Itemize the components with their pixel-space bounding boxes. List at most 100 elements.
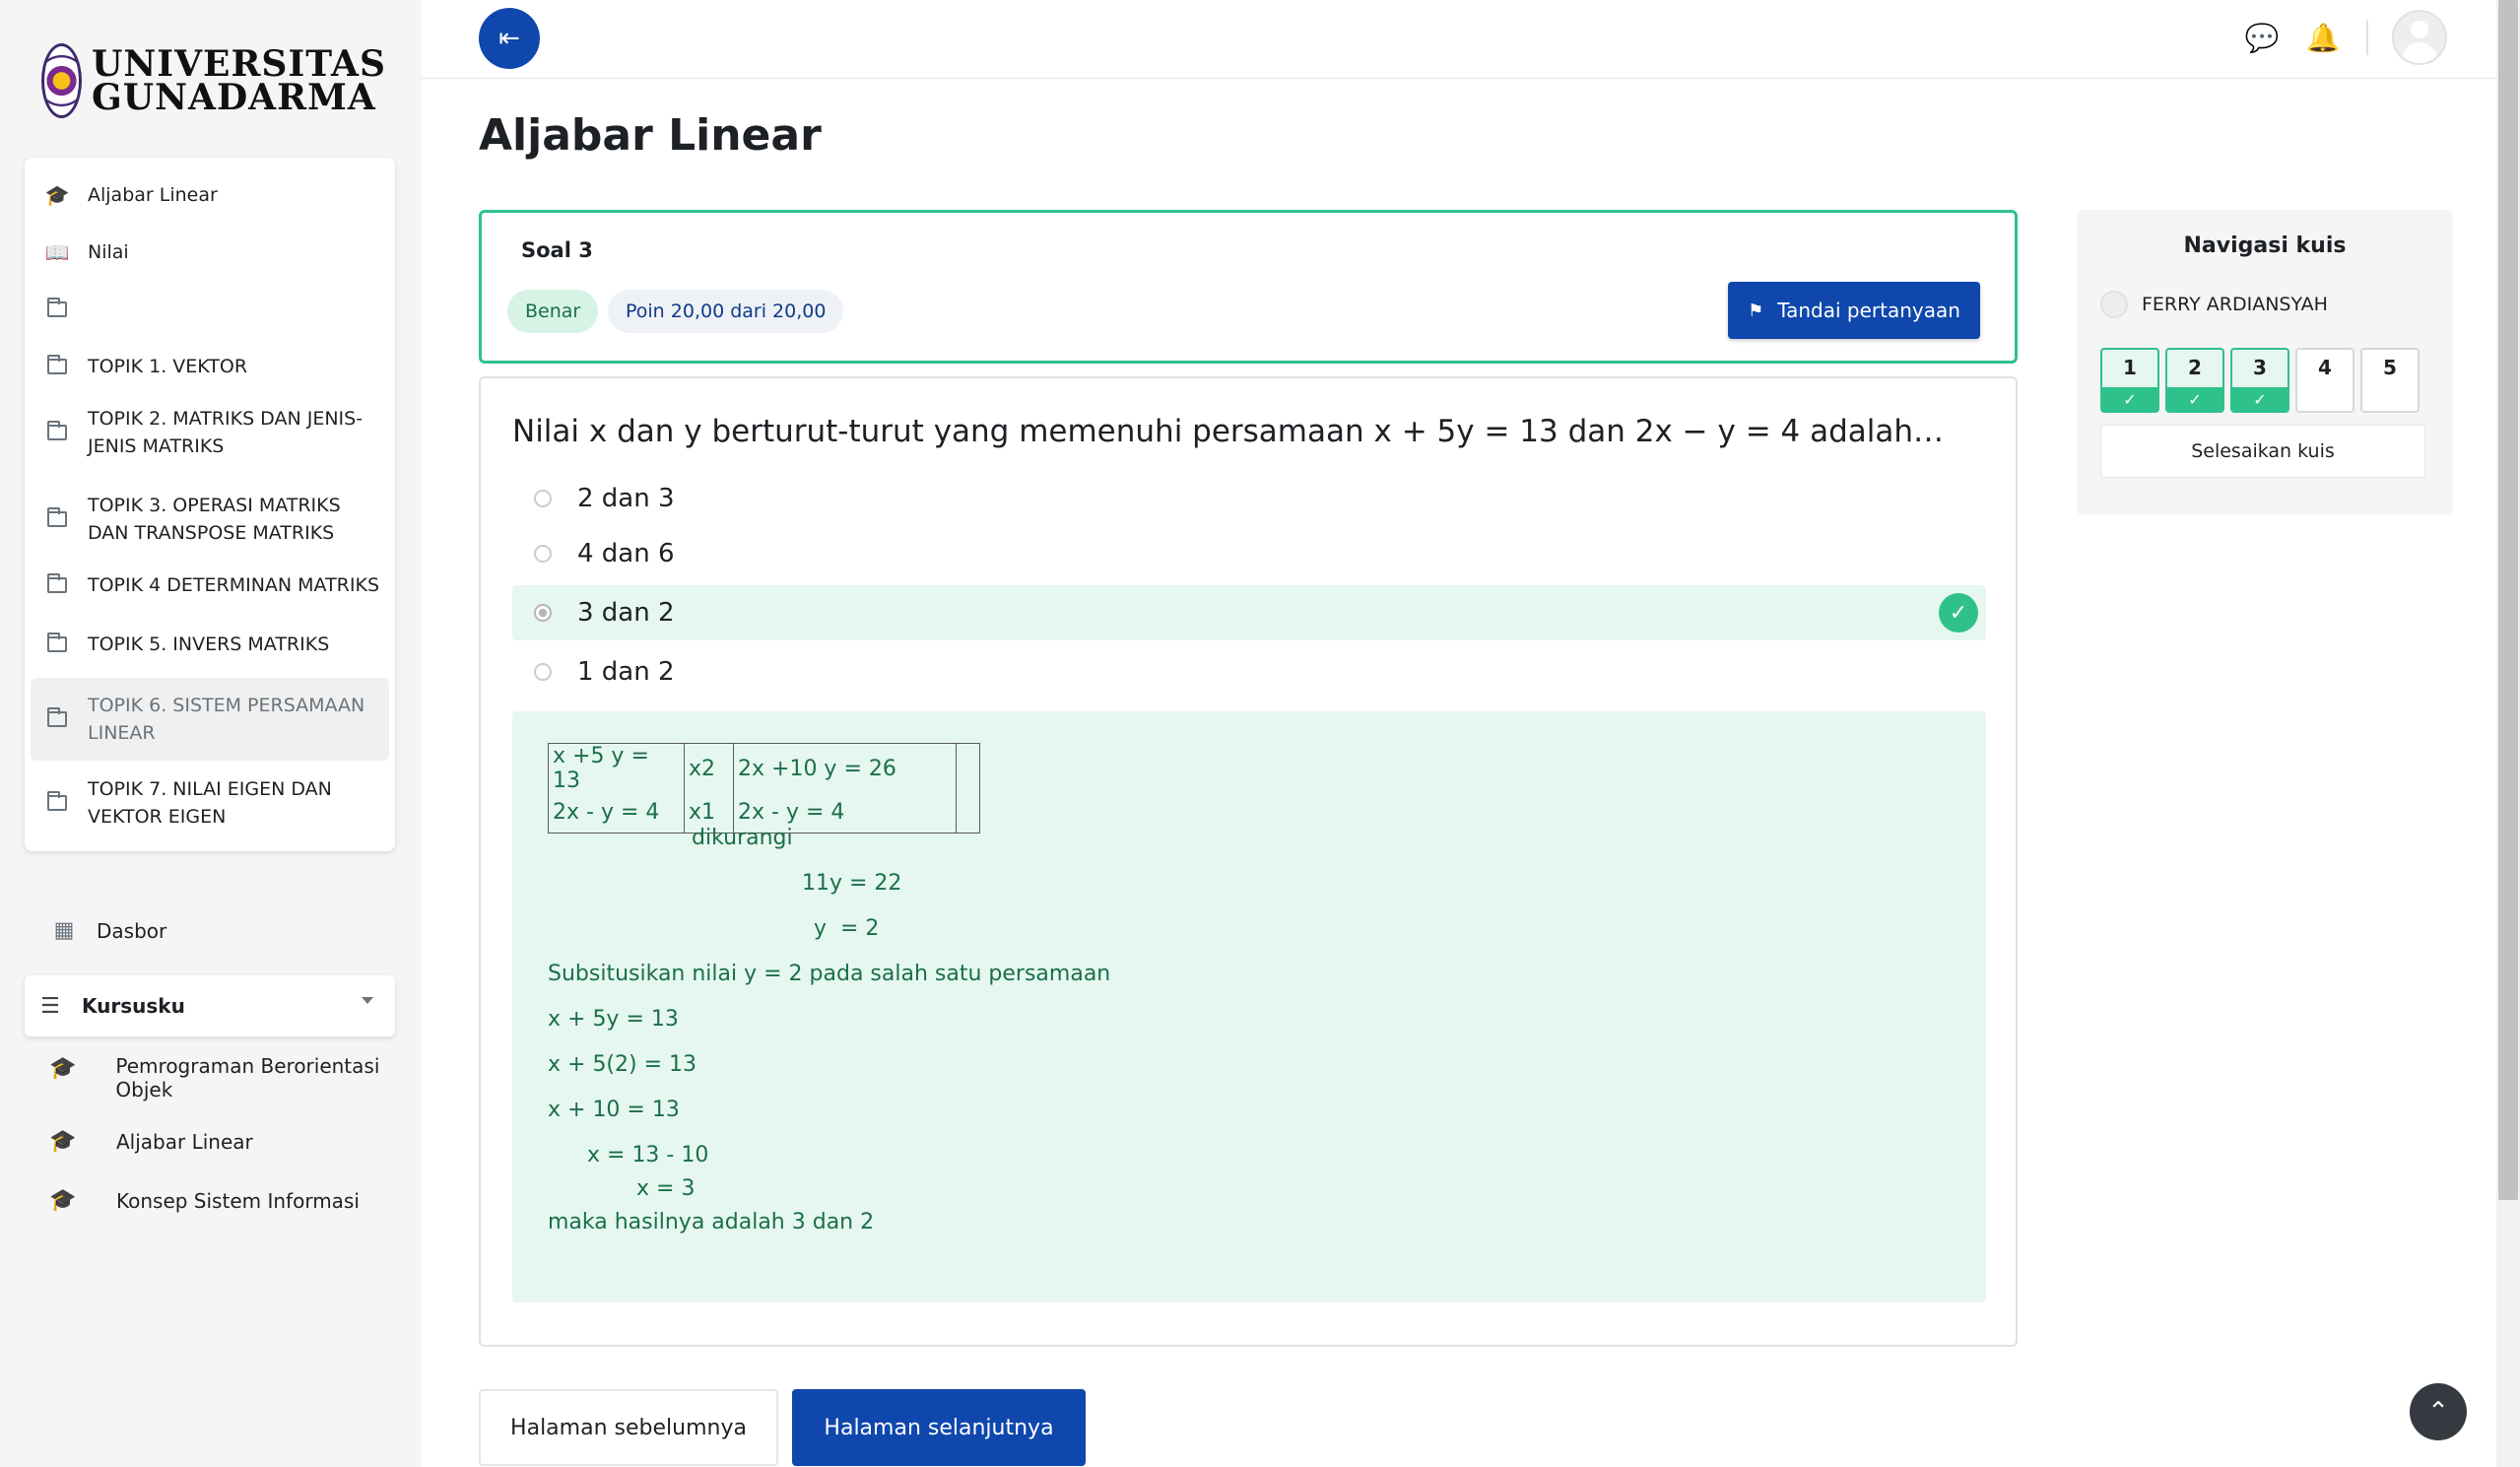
folder-icon — [47, 298, 67, 317]
messages-button[interactable]: 💬 — [2244, 20, 2280, 55]
user-avatar[interactable] — [2392, 10, 2447, 65]
chat-bubble-icon: 💬 — [2244, 21, 2280, 54]
university-logo[interactable]: UNIVERSITAS GUNADARMA — [41, 41, 386, 120]
feedback-line: Subsitusikan nilai y = 2 pada salah satu… — [548, 962, 1111, 986]
folder-icon — [47, 707, 67, 727]
brand-line-1: UNIVERSITAS — [91, 43, 386, 85]
radio-button[interactable] — [534, 545, 552, 563]
answer-option-selected[interactable]: 3 dan 2 ✓ — [512, 585, 1986, 640]
dashboard-link[interactable]: ▦ Dasbor — [49, 918, 167, 943]
question-button-1[interactable]: 1 ✓ — [2100, 348, 2159, 413]
collapse-menu-icon: ⇤ — [498, 24, 520, 53]
radio-button[interactable] — [534, 663, 552, 681]
my-course-item[interactable]: 🎓 Aljabar Linear — [49, 1129, 252, 1154]
top-bar — [422, 0, 2496, 79]
user-name: FERRY ARDIANSYAH — [2142, 294, 2328, 315]
feedback-line: x + 5(2) = 13 — [548, 1052, 697, 1077]
course-nav-grades[interactable]: 📖 Nilai — [25, 231, 395, 274]
answer-option[interactable]: 1 dan 2 — [512, 644, 1986, 700]
previous-page-button[interactable]: Halaman sebelumnya — [479, 1389, 778, 1466]
quiz-navigation-title: Navigasi kuis — [2183, 233, 2347, 258]
check-icon: ✓ — [2102, 387, 2157, 411]
scrollbar-thumb[interactable] — [2498, 0, 2518, 1200]
my-course-item[interactable]: 🎓 Konsep Sistem Informasi — [49, 1188, 360, 1213]
elimination-table: x +5 y = 13 x2 2x +10 y = 26 2x - y = 4 … — [548, 743, 980, 834]
status-badge: Benar — [507, 290, 599, 333]
question-buttons: 1 ✓ 2 ✓ 3 ✓ 4 5 — [2100, 348, 2420, 413]
folder-icon — [47, 573, 67, 593]
table-row: x +5 y = 13 x2 2x +10 y = 26 — [548, 743, 980, 793]
course-nav-general[interactable] — [25, 288, 395, 331]
question-button-5[interactable]: 5 — [2360, 348, 2420, 413]
folder-icon — [47, 791, 67, 811]
brand-line-2: GUNADARMA — [91, 77, 376, 118]
radio-button[interactable] — [534, 604, 552, 622]
question-number: Soal 3 — [521, 238, 593, 262]
graduation-cap-icon: 🎓 — [49, 1188, 77, 1213]
table-cell: 2x +10 y = 26 — [733, 743, 957, 793]
course-nav-topic-1[interactable]: TOPIK 1. VEKTOR — [25, 345, 395, 388]
question-button-4[interactable]: 4 — [2295, 348, 2354, 413]
course-index: 🎓 Aljabar Linear 📖 Nilai TOPIK 1. VEKTOR… — [25, 158, 395, 851]
question-button-3[interactable]: 3 ✓ — [2230, 348, 2289, 413]
radio-button[interactable] — [534, 490, 552, 507]
feedback-line: x = 13 - 10 — [587, 1143, 709, 1167]
feedback-line: maka hasilnya adalah 3 dan 2 — [548, 1210, 875, 1234]
university-seal-icon — [41, 43, 82, 118]
feedback-line: x + 10 = 13 — [548, 1098, 680, 1122]
answer-option[interactable]: 4 dan 6 — [512, 526, 1986, 581]
chevron-down-icon — [362, 997, 373, 1004]
answer-feedback: x +5 y = 13 x2 2x +10 y = 26 2x - y = 4 … — [512, 711, 1986, 1302]
course-nav-topic-3[interactable]: TOPIK 3. OPERASI MATRIKS DAN TRANSPOSE M… — [25, 485, 395, 554]
header-divider — [2366, 20, 2368, 55]
course-nav-topic-2[interactable]: TOPIK 2. MATRIKS DAN JENIS-JENIS MATRIKS — [25, 398, 395, 467]
correct-check-icon: ✓ — [1939, 593, 1978, 633]
course-nav-topic-7[interactable]: TOPIK 7. NILAI EIGEN DAN VEKTOR EIGEN — [25, 768, 395, 837]
check-icon: ✓ — [2167, 387, 2222, 411]
user-avatar-icon — [2100, 291, 2128, 318]
my-courses-dropdown[interactable]: ☰ Kursusku — [25, 975, 395, 1036]
sidebar: UNIVERSITAS GUNADARMA 🎓 Aljabar Linear 📖… — [0, 0, 422, 1467]
question-info-panel: Soal 3 Benar Poin 20,00 dari 20,00 ⚑ Tan… — [479, 210, 2018, 364]
feedback-line: 11y = 22 — [802, 871, 902, 896]
sidebar-toggle-button[interactable]: ⇤ — [479, 8, 540, 69]
bell-icon: 🔔 — [2305, 21, 2341, 54]
question-text: Nilai x dan y berturut-turut yang memenu… — [512, 414, 1945, 449]
graduation-cap-icon: 🎓 — [44, 183, 70, 207]
dashboard-icon: ▦ — [53, 918, 75, 943]
next-page-button[interactable]: Halaman selanjutnya — [792, 1389, 1086, 1466]
question-content: Nilai x dan y berturut-turut yang memenu… — [479, 376, 2018, 1347]
quiz-user: FERRY ARDIANSYAH — [2100, 291, 2328, 318]
course-nav-home[interactable]: 🎓 Aljabar Linear — [25, 173, 395, 217]
folder-icon — [47, 633, 67, 652]
graduation-cap-icon: 🎓 — [49, 1056, 77, 1081]
table-cell: x2 — [684, 743, 734, 793]
table-cell — [956, 743, 980, 793]
notifications-button[interactable]: 🔔 — [2305, 20, 2341, 55]
book-open-icon: 📖 — [44, 240, 70, 264]
answer-option[interactable]: 2 dan 3 — [512, 471, 1986, 526]
folder-icon — [47, 421, 67, 440]
my-course-item[interactable]: 🎓 Pemrograman Berorientasi Objek — [49, 1054, 394, 1101]
table-cell — [956, 793, 980, 833]
question-button-2[interactable]: 2 ✓ — [2165, 348, 2224, 413]
quiz-navigation-block: Navigasi kuis FERRY ARDIANSYAH 1 ✓ 2 ✓ 3… — [2077, 210, 2453, 515]
folder-icon — [47, 507, 67, 527]
flag-icon: ⚑ — [1748, 300, 1764, 321]
finish-quiz-button[interactable]: Selesaikan kuis — [2100, 425, 2425, 478]
feedback-line: x + 5y = 13 — [548, 1007, 679, 1032]
graduation-cap-icon: 🎓 — [49, 1129, 77, 1154]
course-nav-topic-4[interactable]: TOPIK 4 DETERMINAN MATRIKS — [25, 564, 395, 607]
folder-icon — [47, 355, 67, 374]
chevron-up-icon: ⌃ — [2427, 1397, 2449, 1427]
feedback-line: dikurangi — [692, 826, 793, 850]
feedback-line: y = 2 — [814, 916, 880, 941]
back-to-top-button[interactable]: ⌃ — [2410, 1383, 2467, 1440]
page-title: Aljabar Linear — [479, 110, 822, 161]
course-nav-topic-6[interactable]: TOPIK 6. SISTEM PERSAMAAN LINEAR — [31, 678, 389, 761]
points-badge: Poin 20,00 dari 20,00 — [608, 290, 844, 333]
flag-question-button[interactable]: ⚑ Tandai pertanyaan — [1728, 282, 1980, 339]
check-icon: ✓ — [2232, 387, 2288, 411]
table-cell: 2x - y = 4 — [548, 793, 685, 833]
course-nav-topic-5[interactable]: TOPIK 5. INVERS MATRIKS — [25, 623, 395, 666]
